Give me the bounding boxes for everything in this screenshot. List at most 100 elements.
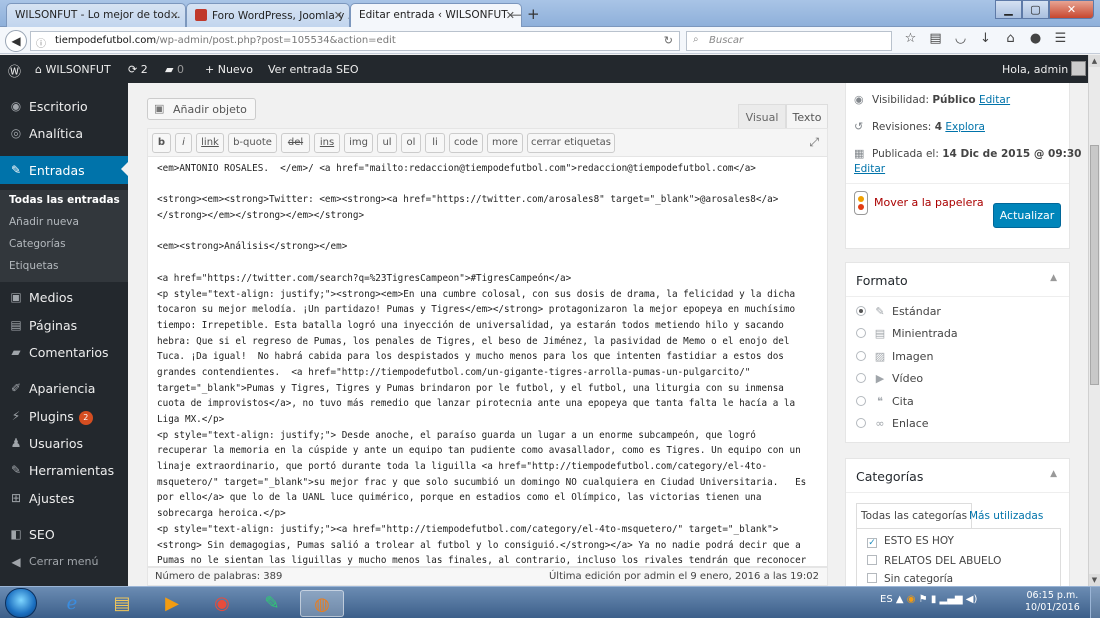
show-hidden-icons-icon[interactable]: ▲	[896, 594, 904, 605]
quicktag-ol-button[interactable]: ol	[401, 133, 421, 153]
sidebar-item-ajustes[interactable]: ⊞ Ajustes	[0, 485, 128, 511]
scrollbar-thumb[interactable]	[1090, 145, 1099, 385]
quicktag-italic-button[interactable]: i	[175, 133, 192, 153]
add-media-button[interactable]: ▣ Añadir objeto	[147, 98, 256, 120]
format-option-image[interactable]: ▨ Imagen	[856, 350, 933, 363]
site-name-link[interactable]: ⌂ WILSONFUT	[35, 63, 111, 76]
format-option-video[interactable]: ▶ Vídeo	[856, 372, 923, 385]
radio-button[interactable]	[856, 328, 866, 338]
close-icon[interactable]: ✕	[170, 9, 179, 22]
back-button[interactable]: ◀	[5, 30, 27, 52]
sidebar-item-plugins[interactable]: ⚡ Plugins 2	[0, 403, 128, 429]
maximize-button[interactable]: ▢	[1022, 0, 1049, 19]
quicktag-code-button[interactable]: code	[449, 133, 483, 153]
avatar[interactable]	[1071, 61, 1086, 76]
home-icon[interactable]: ⌂	[998, 31, 1023, 46]
view-post-link[interactable]: Ver entrada	[268, 63, 333, 76]
category-item-esto-es-hoy[interactable]: ✓ ESTO ES HOY	[867, 535, 954, 548]
reading-list-icon[interactable]: ▤	[923, 31, 948, 46]
account-greeting[interactable]: Hola, admin	[1002, 63, 1068, 76]
category-item-relatos[interactable]: RELATOS DEL ABUELO	[867, 555, 1001, 567]
quicktag-close-tags-button[interactable]: cerrar etiquetas	[527, 133, 615, 153]
internet-explorer-icon[interactable]: ℯ	[50, 590, 94, 617]
sidebar-collapse-menu[interactable]: ◀ Cerrar menú	[0, 549, 128, 575]
quicktag-del-button[interactable]: del	[281, 133, 310, 153]
volume-icon[interactable]: ◀)	[966, 594, 978, 605]
minimize-button[interactable]: ▁	[995, 0, 1022, 19]
new-tab-button[interactable]: +	[527, 5, 540, 23]
url-bar[interactable]: ⓘ tiempodefutbol.com/wp-admin/post.php?p…	[30, 31, 680, 51]
comments-link[interactable]: ▰ 0	[165, 63, 184, 76]
format-box-header[interactable]: Formato ▲	[846, 263, 1069, 297]
submenu-all-posts[interactable]: Todas las entradas	[9, 194, 120, 206]
paint-icon[interactable]: ✎	[250, 590, 294, 617]
chrome-icon[interactable]: ◉	[200, 590, 244, 617]
quicktag-link-button[interactable]: link	[196, 133, 224, 153]
radio-button[interactable]	[856, 373, 866, 383]
collapse-toggle-icon[interactable]: ▲	[1050, 469, 1057, 479]
edit-date-link[interactable]: Editar	[854, 163, 885, 175]
move-to-trash-link[interactable]: Mover a la papelera	[874, 196, 984, 209]
fullscreen-icon[interactable]: ⤢	[809, 135, 819, 150]
file-explorer-icon[interactable]: ▤	[100, 590, 144, 617]
tab-all-categories[interactable]: Todas las categorías	[856, 503, 973, 529]
checkbox[interactable]	[867, 555, 877, 565]
language-indicator[interactable]: ES	[880, 594, 893, 605]
close-icon[interactable]: ✕	[334, 9, 343, 22]
submenu-categories[interactable]: Categorías	[9, 238, 66, 250]
content-textarea[interactable]: <em>ANTONIO ROSALES. </em>/ <a href="mai…	[147, 157, 828, 567]
scroll-up-arrow[interactable]: ▲	[1089, 55, 1100, 67]
browser-tab-1[interactable]: WILSONFUT - Lo mejor de tod... ✕	[6, 3, 186, 27]
sidebar-item-apariencia[interactable]: ✐ Apariencia	[0, 375, 128, 401]
search-input[interactable]: ⌕ Buscar	[686, 31, 892, 51]
format-option-link[interactable]: ∞ Enlace	[856, 417, 929, 430]
categories-box-header[interactable]: Categorías ▲	[846, 459, 1069, 493]
sidebar-item-entradas[interactable]: ✎ Entradas	[0, 156, 128, 184]
format-option-quote[interactable]: ❝ Cita	[856, 395, 914, 408]
tab-text[interactable]: Texto	[786, 104, 828, 128]
sidebar-item-escritorio[interactable]: ◉ Escritorio	[0, 93, 128, 119]
sidebar-item-medios[interactable]: ▣ Medios	[0, 284, 128, 310]
download-icon[interactable]: ↓	[973, 31, 998, 46]
wordpress-logo-icon[interactable]: Ⓦ	[8, 61, 21, 80]
reload-icon[interactable]: ↻	[664, 34, 673, 47]
edit-visibility-link[interactable]: Editar	[979, 94, 1010, 106]
updates-link[interactable]: ⟳ 2	[128, 63, 148, 76]
media-player-icon[interactable]: ▶	[150, 590, 194, 617]
scroll-down-arrow[interactable]: ▼	[1089, 574, 1100, 586]
sidebar-item-usuarios[interactable]: ♟ Usuarios	[0, 430, 128, 456]
quicktag-bold-button[interactable]: b	[152, 133, 171, 153]
quicktag-ul-button[interactable]: ul	[377, 133, 397, 153]
seo-link[interactable]: SEO	[336, 63, 359, 76]
signal-icon[interactable]: ▂▄▆	[940, 594, 963, 605]
quicktag-blockquote-button[interactable]: b-quote	[228, 133, 277, 153]
taskbar-clock[interactable]: 06:15 p.m. 10/01/2016	[1025, 590, 1080, 614]
browser-tab-2[interactable]: Foro WordPress, Joomla y ... ✕	[186, 3, 350, 27]
tab-visual[interactable]: Visual	[738, 104, 786, 128]
sidebar-item-herramientas[interactable]: ✎ Herramientas	[0, 457, 128, 483]
browser-tab-3[interactable]: Editar entrada ‹ WILSONFUT —... ✕	[350, 3, 522, 28]
radio-button[interactable]	[856, 396, 866, 406]
close-window-button[interactable]: ✕	[1049, 0, 1094, 19]
format-option-aside[interactable]: ▤ Minientrada	[856, 327, 958, 340]
menu-icon[interactable]: ☰	[1048, 31, 1073, 46]
radio-button[interactable]	[856, 418, 866, 428]
submenu-tags[interactable]: Etiquetas	[9, 260, 58, 272]
network-icon[interactable]: ▮	[931, 594, 937, 605]
quicktag-ins-button[interactable]: ins	[314, 133, 340, 153]
collapse-toggle-icon[interactable]: ▲	[1050, 273, 1057, 283]
firefox-icon[interactable]: ◍	[300, 590, 344, 617]
page-scrollbar[interactable]: ▲ ▼	[1088, 55, 1100, 586]
close-icon[interactable]: ✕	[506, 9, 515, 22]
update-button[interactable]: Actualizar	[993, 203, 1061, 228]
new-content-link[interactable]: + Nuevo	[205, 63, 253, 76]
site-info-icon[interactable]: ⓘ	[36, 35, 46, 50]
sidebar-item-seo[interactable]: ◧ SEO	[0, 521, 128, 547]
show-desktop-button[interactable]	[1090, 587, 1100, 618]
radio-button[interactable]	[856, 306, 866, 316]
checkbox[interactable]	[867, 573, 877, 583]
browse-revisions-link[interactable]: Explora	[945, 121, 985, 133]
bookmark-star-icon[interactable]: ☆	[898, 31, 923, 46]
submenu-add-new[interactable]: Añadir nueva	[9, 216, 79, 228]
checkbox[interactable]: ✓	[867, 538, 877, 548]
